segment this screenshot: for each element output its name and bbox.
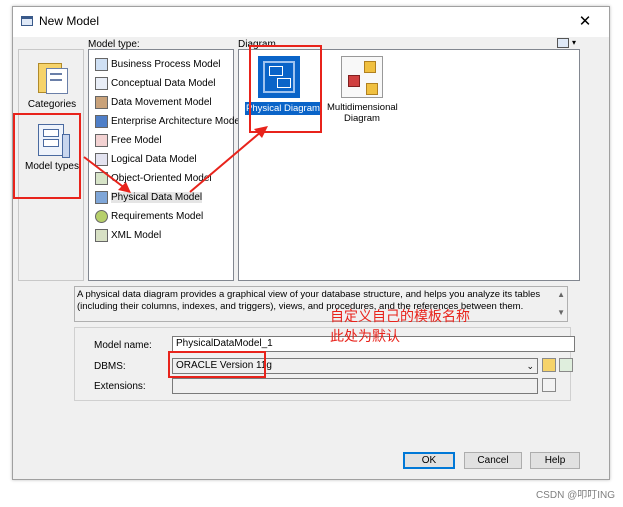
annotation-line1: 自定义自己的模板名称 [330,308,470,324]
annotation-line2: 此处为默认 [330,328,400,344]
annotation-arrows [83,126,268,193]
watermark: CSDN @叩叮ING [535,490,615,501]
arrow-line-right [189,130,263,193]
arrow-line-left [83,156,127,190]
